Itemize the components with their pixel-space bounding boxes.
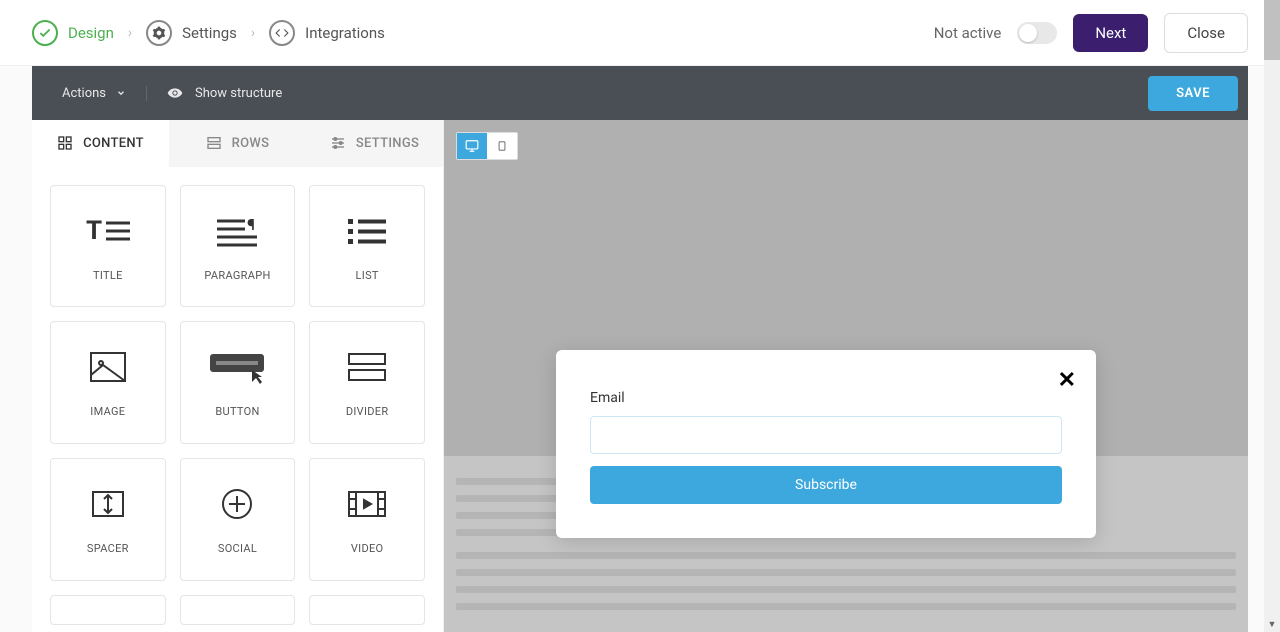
page-scrollbar[interactable]: ▲ ▼: [1264, 0, 1280, 632]
close-button[interactable]: Close: [1164, 13, 1248, 53]
block-partial[interactable]: [50, 595, 166, 625]
mobile-view-button[interactable]: [487, 133, 517, 159]
top-bar: Design › Settings › Integrations Not act…: [0, 0, 1280, 66]
spacer-icon: [91, 484, 125, 524]
block-button[interactable]: BUTTON: [180, 321, 296, 444]
breadcrumb-integrations[interactable]: Integrations: [269, 20, 385, 46]
grid-icon: [57, 135, 73, 151]
preview-panel: ✕ Email Subscribe: [444, 120, 1248, 632]
subscribe-button[interactable]: Subscribe: [590, 466, 1062, 504]
top-right-controls: Not active Next Close: [934, 13, 1248, 53]
block-label: DIVIDER: [346, 405, 389, 418]
gear-icon: [146, 20, 172, 46]
scrollbar-thumb[interactable]: [1264, 0, 1280, 60]
tab-settings[interactable]: SETTINGS: [306, 120, 443, 167]
breadcrumb-settings[interactable]: Settings: [146, 20, 237, 46]
text-line: [456, 552, 1236, 559]
video-icon: [347, 484, 387, 524]
panel-tabs: CONTENT ROWS SETTINGS: [32, 120, 443, 167]
tab-label: SETTINGS: [356, 136, 419, 151]
list-icon: [348, 211, 386, 251]
action-bar-left: Actions Show structure: [62, 85, 282, 101]
svg-text:T: T: [86, 216, 102, 246]
content-grid: T TITLE ¶ PARAGRAPH LIST: [32, 167, 443, 632]
title-icon: T: [86, 211, 130, 251]
eye-icon: [167, 85, 183, 101]
breadcrumb-label: Settings: [182, 24, 237, 42]
settings-lines-icon: [330, 135, 346, 151]
status-text: Not active: [934, 24, 1002, 42]
email-input[interactable]: [590, 416, 1062, 454]
next-button[interactable]: Next: [1073, 14, 1148, 52]
toggle-knob: [1019, 24, 1037, 42]
scroll-down-arrow[interactable]: ▼: [1264, 616, 1280, 632]
block-label: PARAGRAPH: [204, 269, 270, 282]
block-partial[interactable]: [309, 595, 425, 625]
divider-icon: [347, 347, 387, 387]
rows-icon: [206, 135, 222, 151]
mobile-icon: [497, 138, 507, 154]
actions-dropdown[interactable]: Actions: [62, 86, 147, 101]
block-image[interactable]: IMAGE: [50, 321, 166, 444]
paragraph-icon: ¶: [215, 211, 259, 251]
block-label: TITLE: [93, 269, 123, 282]
action-bar: Actions Show structure SAVE: [32, 66, 1248, 120]
text-line: [456, 569, 1236, 576]
block-label: BUTTON: [215, 405, 259, 418]
block-paragraph[interactable]: ¶ PARAGRAPH: [180, 185, 296, 308]
chevron-right-icon: ›: [128, 25, 132, 41]
editor-container: CONTENT ROWS SETTINGS T TITLE ¶: [32, 120, 1248, 632]
block-title[interactable]: T TITLE: [50, 185, 166, 308]
email-label: Email: [590, 390, 1062, 406]
image-icon: [89, 347, 127, 387]
block-spacer[interactable]: SPACER: [50, 458, 166, 581]
block-partial[interactable]: [180, 595, 296, 625]
breadcrumb-label: Design: [68, 24, 114, 42]
desktop-view-button[interactable]: [457, 133, 487, 159]
popup-close-icon[interactable]: ✕: [1058, 368, 1076, 393]
desktop-icon: [464, 139, 480, 153]
block-divider[interactable]: DIVIDER: [309, 321, 425, 444]
tab-label: CONTENT: [83, 136, 144, 151]
tab-rows[interactable]: ROWS: [169, 120, 306, 167]
block-label: IMAGE: [90, 405, 125, 418]
save-button[interactable]: SAVE: [1148, 76, 1238, 111]
button-icon: [208, 347, 266, 387]
block-video[interactable]: VIDEO: [309, 458, 425, 581]
block-label: SPACER: [87, 542, 129, 555]
show-structure-button[interactable]: Show structure: [167, 85, 282, 101]
tab-label: ROWS: [232, 136, 270, 151]
block-label: SOCIAL: [218, 542, 257, 555]
device-toggle: [456, 132, 518, 160]
breadcrumb-label: Integrations: [305, 24, 385, 42]
canvas-text-placeholder: [456, 552, 1236, 610]
social-icon: [221, 484, 253, 524]
chevron-down-icon: [116, 88, 126, 98]
left-panel: CONTENT ROWS SETTINGS T TITLE ¶: [32, 120, 444, 632]
text-line: [456, 586, 1236, 593]
block-social[interactable]: SOCIAL: [180, 458, 296, 581]
block-list[interactable]: LIST: [309, 185, 425, 308]
tab-content[interactable]: CONTENT: [32, 120, 169, 167]
block-label: VIDEO: [351, 542, 384, 555]
block-label: LIST: [356, 269, 379, 282]
active-toggle[interactable]: [1017, 22, 1057, 44]
subscribe-popup: ✕ Email Subscribe: [556, 350, 1096, 538]
text-line: [456, 603, 1236, 610]
show-structure-label: Show structure: [195, 86, 282, 101]
chevron-right-icon: ›: [251, 25, 255, 41]
check-icon: [32, 20, 58, 46]
actions-label: Actions: [62, 86, 106, 101]
breadcrumb-design[interactable]: Design: [32, 20, 114, 46]
breadcrumbs: Design › Settings › Integrations: [32, 20, 385, 46]
svg-text:¶: ¶: [247, 215, 255, 234]
code-icon: [269, 20, 295, 46]
